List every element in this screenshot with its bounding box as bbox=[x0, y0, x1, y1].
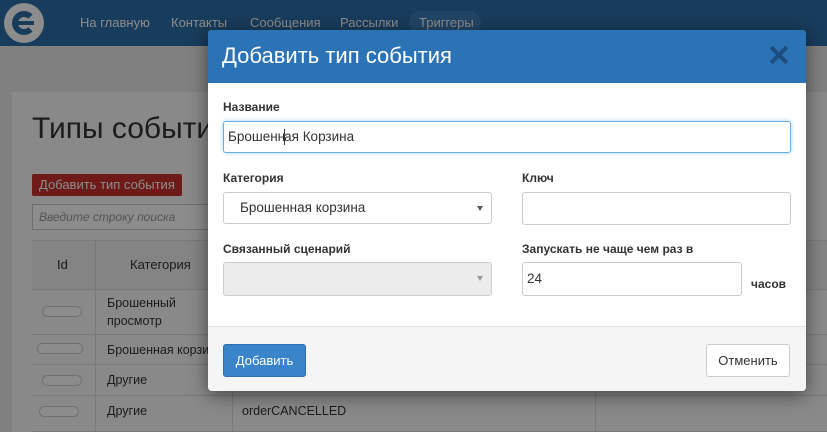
modal-header: Добавить тип события bbox=[208, 30, 806, 83]
frequency-label: Запускать не чаще чем раз в bbox=[522, 242, 694, 256]
close-icon[interactable] bbox=[770, 46, 788, 64]
name-label: Название bbox=[223, 100, 280, 114]
frequency-unit-label: часов bbox=[751, 277, 787, 291]
submit-button[interactable]: Добавить bbox=[223, 344, 306, 377]
key-label: Ключ bbox=[522, 171, 554, 185]
modal-title: Добавить тип события bbox=[222, 43, 452, 68]
scenario-label: Связанный сценарий bbox=[223, 242, 351, 256]
category-select[interactable]: Брошенная корзина bbox=[223, 192, 492, 224]
name-input[interactable]: Брошенная Корзина bbox=[223, 121, 791, 153]
cancel-button[interactable]: Отменить bbox=[706, 344, 790, 377]
key-input[interactable] bbox=[522, 192, 791, 225]
frequency-input[interactable]: 24 bbox=[522, 262, 742, 296]
chevron-down-icon bbox=[477, 276, 483, 281]
scenario-select[interactable] bbox=[223, 262, 492, 296]
add-event-type-modal: Добавить тип события Название Брошенная … bbox=[208, 30, 806, 391]
modal-footer: Добавить Отменить bbox=[208, 326, 806, 391]
category-label: Категория bbox=[223, 171, 284, 185]
chevron-down-icon bbox=[477, 206, 483, 211]
category-select-value: Брошенная корзина bbox=[240, 200, 366, 215]
